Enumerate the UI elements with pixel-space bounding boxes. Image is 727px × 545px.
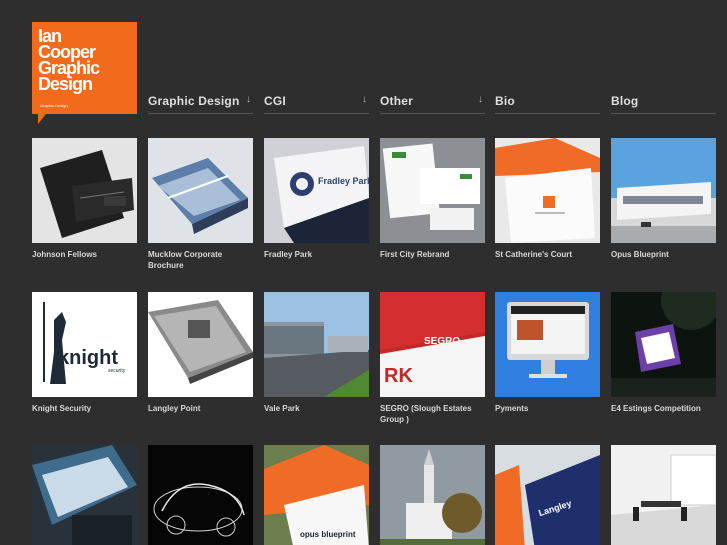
- project-caption: First City Rebrand: [380, 250, 450, 259]
- project-thumbnail: [32, 138, 137, 243]
- project-caption: E4 Estings Competition: [611, 404, 701, 413]
- project-tile-row3-3[interactable]: opus blueprint: [264, 445, 369, 545]
- project-tile-row3-1[interactable]: [32, 445, 137, 545]
- project-tile-first-city[interactable]: First City Rebrand: [380, 138, 485, 260]
- thumb-text: security: [108, 368, 126, 374]
- project-tile-row3-2[interactable]: [148, 445, 253, 545]
- nav-blog[interactable]: Blog: [611, 92, 716, 114]
- project-thumbnail: [380, 138, 485, 243]
- project-caption: Johnson Fellows: [32, 250, 97, 259]
- project-caption: Vale Park: [264, 404, 300, 413]
- project-tile-row3-5[interactable]: Langley: [495, 445, 600, 545]
- brand-logo[interactable]: Ian Cooper Graphic Design Graphic Design: [32, 22, 137, 124]
- nav-label: Blog: [611, 94, 639, 108]
- logo-speech-tail: [38, 114, 46, 124]
- thumb-text: opus blueprint: [300, 530, 356, 539]
- project-thumbnail: [148, 292, 253, 397]
- project-thumbnail: [495, 138, 600, 243]
- project-tile-segro[interactable]: SEGRO RK SEGRO (Slough Estates Group ): [380, 292, 485, 425]
- project-thumbnail: [264, 292, 369, 397]
- project-caption: Fradley Park: [264, 250, 313, 259]
- nav-label: Bio: [495, 94, 515, 108]
- project-tile-row3-4[interactable]: [380, 445, 485, 545]
- thumb-text: RK: [384, 365, 413, 387]
- project-thumbnail: [148, 138, 253, 243]
- project-caption: Pyments: [495, 404, 529, 413]
- project-tile-st-catherines[interactable]: St Catherine's Court: [495, 138, 600, 260]
- project-thumbnail: knight security: [32, 292, 137, 397]
- nav-other[interactable]: Other ↓: [380, 92, 485, 114]
- logo-text: Ian Cooper Graphic Design: [38, 26, 100, 94]
- project-tile-mucklow[interactable]: Mucklow Corporate Brochure: [148, 138, 253, 271]
- project-thumbnail: [611, 138, 716, 243]
- project-thumbnail: Fradley Park: [264, 138, 369, 243]
- thumb-text: SEGRO: [424, 336, 460, 347]
- project-tile-knight-security[interactable]: knight security Knight Security: [32, 292, 137, 414]
- nav-label: Graphic Design: [148, 94, 240, 108]
- project-tile-pyments[interactable]: Pyments: [495, 292, 600, 414]
- arrow-down-icon: ↓: [246, 94, 251, 105]
- project-thumbnail: [148, 445, 253, 545]
- nav-label: Other: [380, 94, 414, 108]
- project-tile-langley-point[interactable]: Langley Point: [148, 292, 253, 414]
- project-tile-vale-park[interactable]: Vale Park: [264, 292, 369, 414]
- project-thumbnail: opus blueprint: [264, 445, 369, 545]
- project-caption: St Catherine's Court: [495, 250, 573, 259]
- project-caption: SEGRO (Slough Estates Group ): [380, 404, 472, 424]
- project-caption: Opus Blueprint: [611, 250, 669, 259]
- project-thumbnail: SEGRO RK: [380, 292, 485, 397]
- project-thumbnail: Langley: [495, 445, 600, 545]
- thumb-text: knight: [58, 347, 118, 369]
- arrow-down-icon: ↓: [478, 94, 483, 105]
- project-tile-row3-6[interactable]: [611, 445, 716, 545]
- project-tile-opus-blueprint[interactable]: Opus Blueprint: [611, 138, 716, 260]
- project-thumbnail: [495, 292, 600, 397]
- project-tile-e4-estings[interactable]: E4 Estings Competition: [611, 292, 716, 414]
- project-thumbnail: [611, 292, 716, 397]
- project-tile-fradley-park[interactable]: Fradley Park Fradley Park: [264, 138, 369, 260]
- project-caption: Knight Security: [32, 404, 92, 413]
- nav-graphic-design[interactable]: Graphic Design ↓: [148, 92, 253, 114]
- project-thumbnail: [380, 445, 485, 545]
- project-thumbnail: [32, 445, 137, 545]
- nav-label: CGI: [264, 94, 286, 108]
- project-thumbnail: [611, 445, 716, 545]
- arrow-down-icon: ↓: [362, 94, 367, 105]
- project-caption: Langley Point: [148, 404, 201, 413]
- logo-tagline: Graphic Design: [40, 103, 68, 108]
- project-caption: Mucklow Corporate Brochure: [148, 250, 223, 270]
- thumb-text: Fradley Park: [318, 176, 369, 186]
- nav-bio[interactable]: Bio: [495, 92, 600, 114]
- project-tile-johnson-fellows[interactable]: Johnson Fellows: [32, 138, 137, 260]
- nav-cgi[interactable]: CGI ↓: [264, 92, 369, 114]
